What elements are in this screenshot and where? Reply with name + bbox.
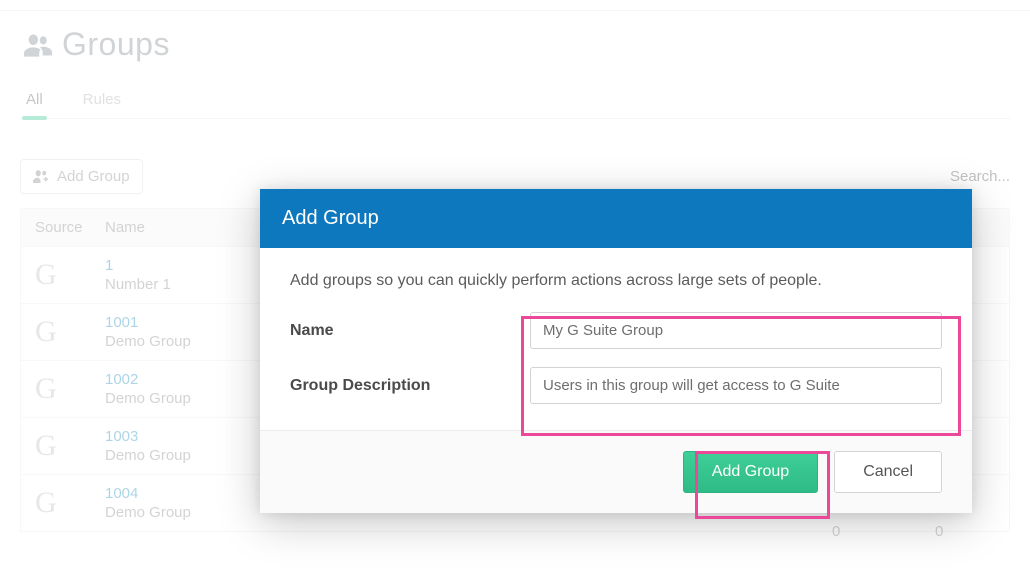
group-description-label: Group Description [290, 377, 530, 395]
modal-description: Add groups so you can quickly perform ac… [290, 272, 942, 290]
cancel-button[interactable]: Cancel [834, 451, 942, 493]
submit-add-group-button[interactable]: Add Group [683, 451, 818, 493]
modal-title: Add Group [260, 189, 972, 248]
name-label: Name [290, 322, 530, 340]
group-description-field[interactable] [530, 367, 942, 404]
add-group-modal: Add Group Add groups so you can quickly … [260, 189, 972, 513]
name-field[interactable] [530, 312, 942, 349]
